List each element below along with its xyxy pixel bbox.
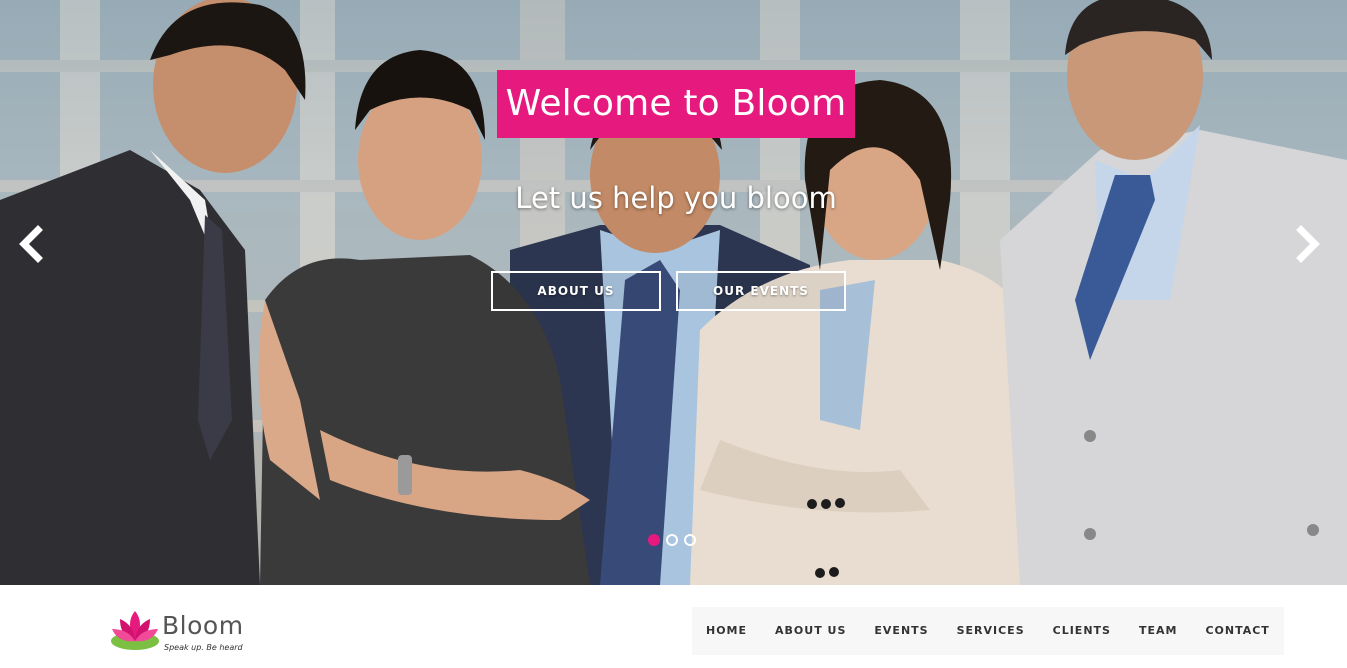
hero-subtitle: Let us help you bloom [515, 181, 837, 215]
nav-item-team[interactable]: TEAM [1125, 607, 1191, 655]
carousel-indicators [648, 534, 696, 546]
nav-item-clients[interactable]: CLIENTS [1039, 607, 1125, 655]
hero-carousel: Welcome to Bloom Let us help you bloom A… [0, 0, 1347, 585]
hero-title: Welcome to Bloom [497, 70, 855, 138]
main-nav: HOME ABOUT US EVENTS SERVICES CLIENTS TE… [692, 607, 1284, 655]
carousel-next-button[interactable] [1287, 224, 1327, 264]
carousel-dot-1[interactable] [648, 534, 660, 546]
navbar: Bloom Speak up. Be heard HOME ABOUT US E… [0, 585, 1347, 668]
chevron-right-icon [1296, 225, 1320, 263]
carousel-dot-2[interactable] [666, 534, 678, 546]
carousel-prev-button[interactable] [12, 224, 52, 264]
brand-logo[interactable]: Bloom Speak up. Be heard [108, 607, 258, 655]
our-events-button[interactable]: OUR EVENTS [676, 271, 846, 311]
brand-name: Bloom [162, 611, 244, 640]
nav-item-events[interactable]: EVENTS [860, 607, 942, 655]
nav-item-home[interactable]: HOME [692, 607, 761, 655]
carousel-dot-3[interactable] [684, 534, 696, 546]
lotus-icon [111, 611, 159, 650]
nav-item-contact[interactable]: CONTACT [1191, 607, 1283, 655]
nav-item-services[interactable]: SERVICES [943, 607, 1039, 655]
nav-item-about-us[interactable]: ABOUT US [761, 607, 860, 655]
brand-tagline: Speak up. Be heard [164, 643, 243, 652]
chevron-left-icon [19, 225, 43, 263]
about-us-button[interactable]: ABOUT US [491, 271, 661, 311]
